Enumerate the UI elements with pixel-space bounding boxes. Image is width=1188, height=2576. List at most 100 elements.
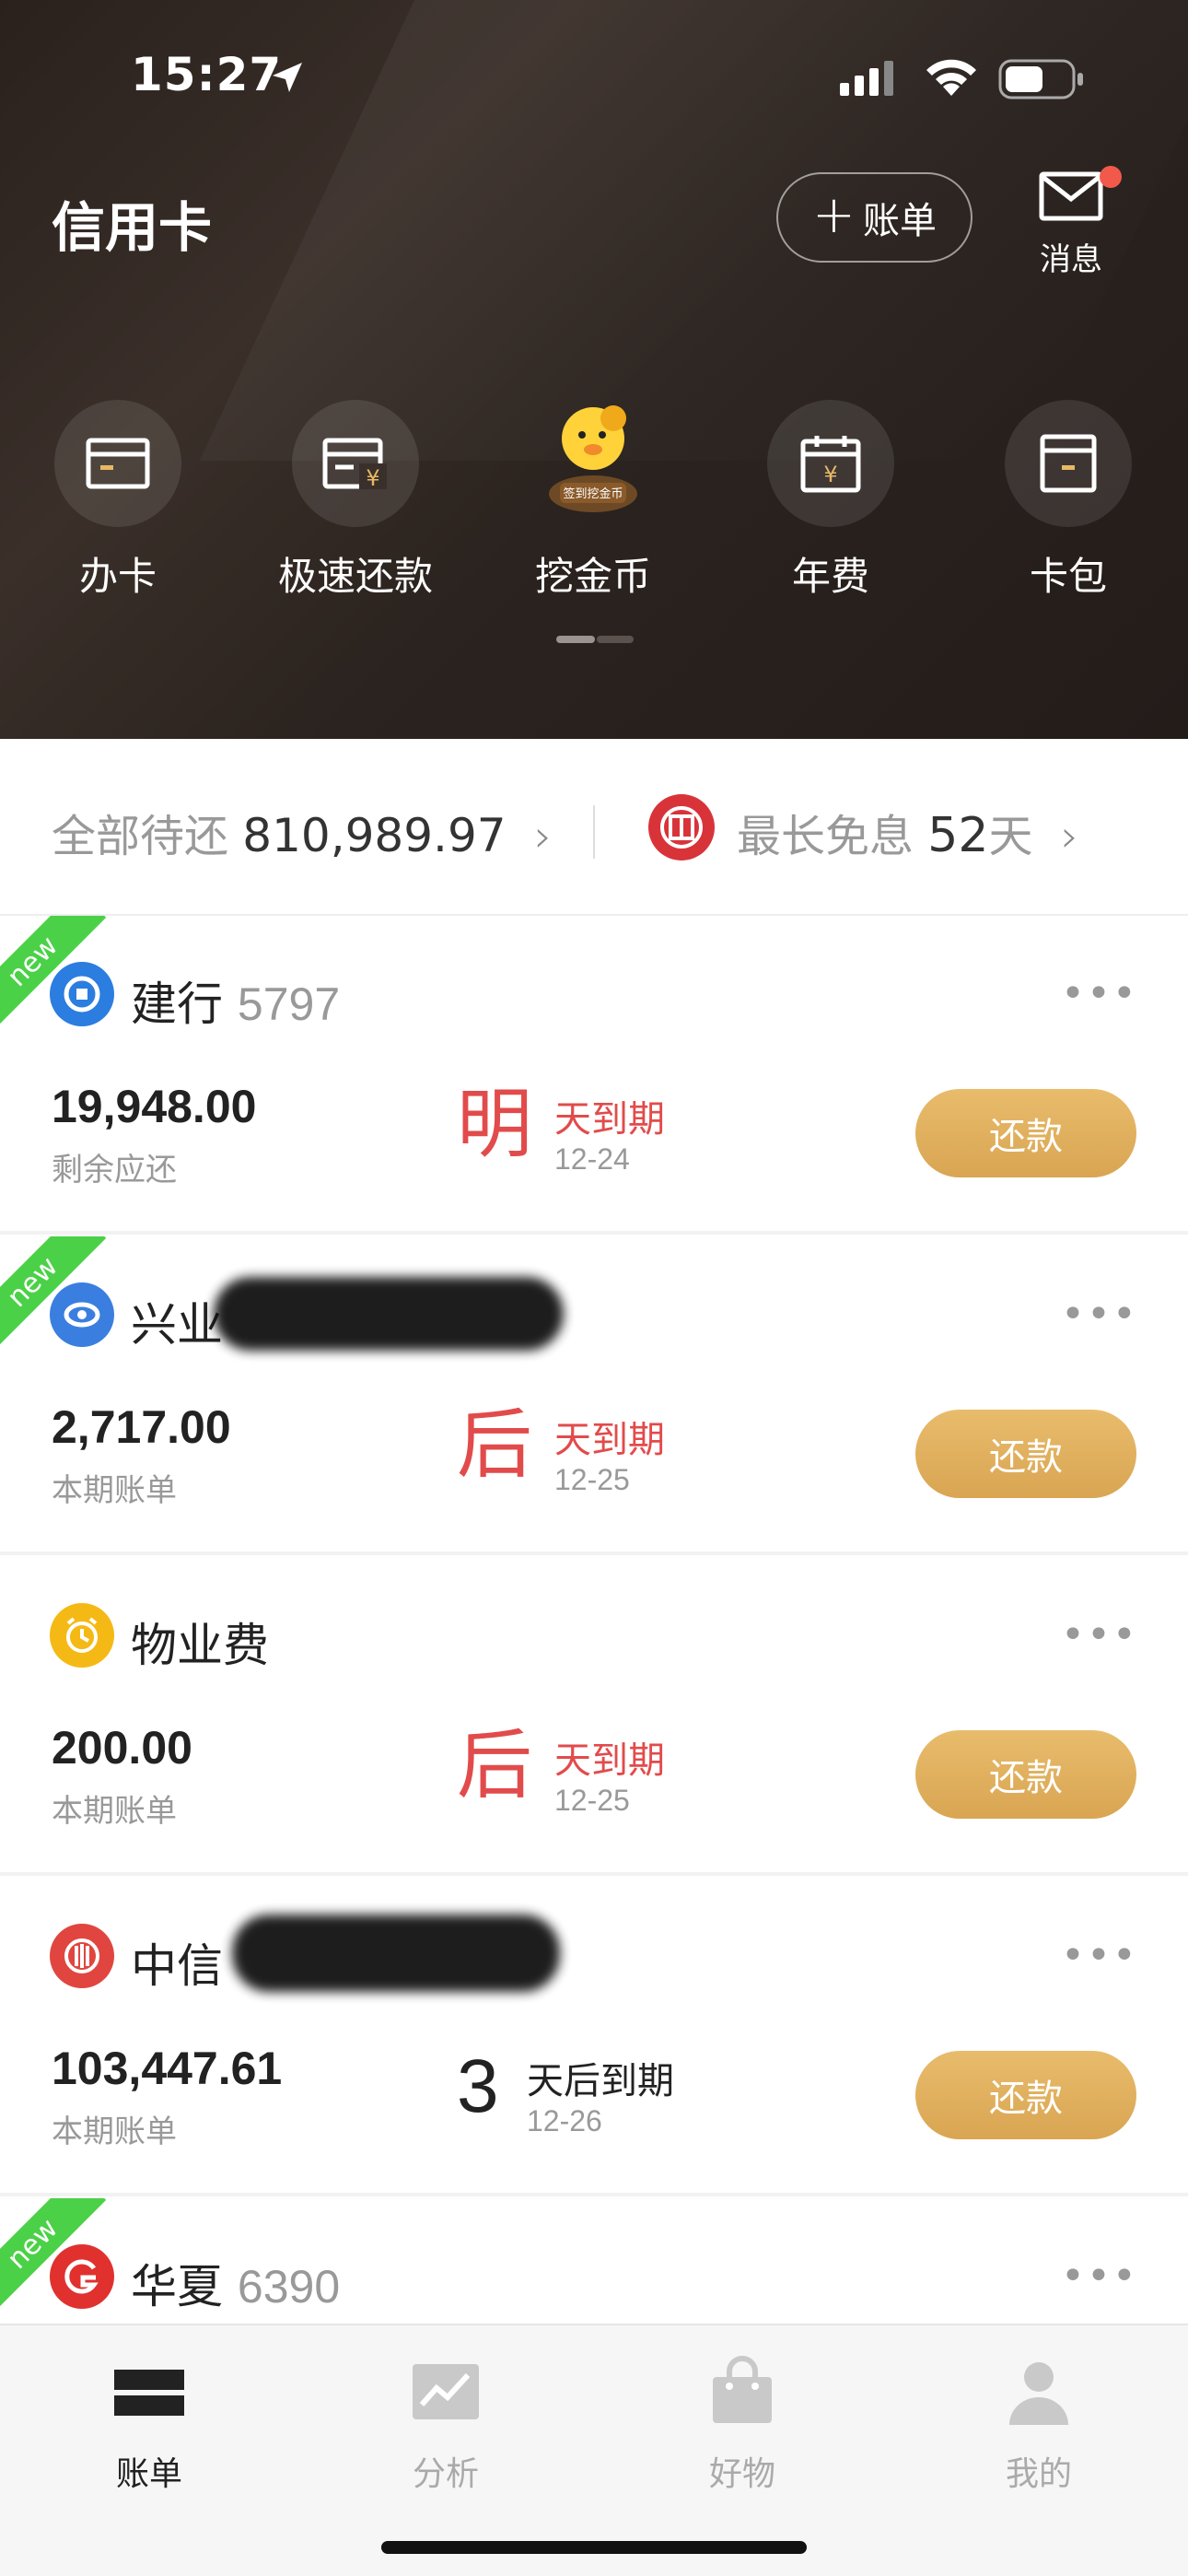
due-day-count: 3	[457, 2044, 499, 2128]
quick-action-annual-fee[interactable]: ¥ 年费	[739, 400, 923, 603]
more-options-icon[interactable]: •••	[1061, 1936, 1138, 1976]
due-day-glyph: 后	[457, 1401, 533, 1489]
bank-short-name: 华夏	[131, 2260, 223, 2313]
card-tail-number: 6390	[237, 2261, 341, 2313]
due-text: 天到期	[554, 1098, 665, 1141]
card-wallet-icon	[1040, 434, 1097, 493]
bill-amount-label: 本期账单	[52, 2113, 177, 2150]
tab-profile[interactable]: 我的	[947, 2355, 1131, 2502]
quick-action-dig-gold[interactable]: 签到挖金币 挖金币	[501, 400, 685, 603]
tab-label: 账单	[115, 2455, 182, 2493]
more-options-icon[interactable]: •••	[1061, 2256, 1138, 2297]
bill-amount: 103,447.61	[52, 2043, 283, 2094]
bill-amount: 200.00	[52, 1722, 192, 1774]
bill-card[interactable]: 物业费 ••• 200.00 本期账单 后 天到期 12-25 还款	[0, 1557, 1188, 1876]
quick-action-circle	[54, 400, 181, 527]
bill-amount: 2,717.00	[52, 1401, 231, 1453]
repay-button[interactable]: 还款	[915, 1410, 1136, 1498]
bill-name: 物业费	[131, 1619, 269, 1672]
quick-action-label: 卡包	[1029, 554, 1107, 599]
bill-card[interactable]: 中信 ••• 103,447.61 本期账单 3 天后到期 12-26 还款	[0, 1878, 1188, 2196]
status-time: 15:27	[131, 48, 283, 101]
annual-fee-calendar-icon: ¥	[800, 436, 861, 493]
due-date: 12-24	[554, 1142, 630, 1176]
tab-goods[interactable]: 好物	[650, 2355, 834, 2502]
bill-card[interactable]: new 华夏 6390 •••	[0, 2198, 1188, 2327]
bill-amount-label: 本期账单	[52, 1793, 177, 1830]
interest-free-days: 52	[927, 808, 989, 863]
tab-label: 我的	[1005, 2455, 1072, 2493]
quick-action-circle: ¥	[292, 400, 419, 527]
location-arrow-icon	[273, 63, 302, 92]
tab-analysis[interactable]: 分析	[354, 2355, 538, 2502]
alarm-clock-icon	[50, 1603, 114, 1668]
due-date: 12-25	[554, 1784, 630, 1817]
more-options-icon[interactable]: •••	[1061, 1294, 1138, 1335]
messages-label: 消息	[1040, 241, 1102, 278]
chevron-right-icon: ›	[519, 811, 553, 862]
page-indicator	[556, 636, 634, 643]
tab-label: 好物	[708, 2455, 775, 2493]
svg-text:¥: ¥	[366, 465, 379, 489]
card-icon	[86, 438, 150, 489]
max-interest-free-link[interactable]: 最长免息 52天 ›	[737, 800, 1078, 864]
shopping-bag-icon	[713, 2356, 772, 2423]
bank-name: 建行 5797	[131, 967, 340, 1034]
repay-button[interactable]: 还款	[915, 1089, 1136, 1177]
svg-text:¥: ¥	[823, 462, 837, 487]
quick-action-label: 办卡	[78, 554, 157, 599]
card-tail-number: 5797	[237, 978, 341, 1030]
gold-mascot-icon: 签到挖金币	[549, 405, 637, 512]
quick-action-label: 年费	[791, 554, 869, 599]
quick-action-fast-repay[interactable]: ¥ 极速还款	[263, 400, 448, 603]
add-bill-button[interactable]: + 账单	[776, 172, 973, 263]
bill-card[interactable]: new 兴业 ••• 2,717.00 本期账单 后 天到期 12-25 还款	[0, 1236, 1188, 1555]
bank-short-name: 建行	[131, 978, 223, 1031]
wifi-icon	[926, 59, 976, 96]
header: 15:27 信用卡 + 账单 消息 办卡 ¥ 极速还款 签到挖金币 挖金币 ¥ …	[0, 0, 1188, 739]
bill-card[interactable]: new 建行 5797 ••• 19,948.00 剩余应还 明 天到期 12-…	[0, 916, 1188, 1235]
quick-action-circle: ¥	[767, 400, 894, 527]
bank-name: 物业费	[131, 1609, 269, 1675]
quick-action-label: 极速还款	[277, 554, 433, 599]
repay-button[interactable]: 还款	[915, 2051, 1136, 2139]
bill-icon	[114, 2370, 184, 2416]
due-day-glyph: 后	[457, 1722, 533, 1809]
total-due-link[interactable]: 全部待还 810,989.97 ›	[52, 800, 552, 864]
quick-action-apply-card[interactable]: 办卡	[26, 400, 210, 603]
tab-bar: 账单 分析 好物 我的	[0, 2324, 1188, 2576]
more-options-icon[interactable]: •••	[1061, 1615, 1138, 1656]
mascot-badge-text: 签到挖金币	[563, 486, 623, 501]
tab-label: 分析	[412, 2455, 479, 2493]
icbc-logo-icon	[648, 794, 715, 861]
add-bill-label: 账单	[862, 200, 937, 242]
chevron-right-icon: ›	[1046, 811, 1079, 862]
mail-icon	[1039, 171, 1103, 221]
ccb-logo-icon	[50, 962, 114, 1026]
tab-bills[interactable]: 账单	[57, 2355, 241, 2502]
summary-bar: 全部待还 810,989.97 › 最长免息 52天 ›	[0, 739, 1188, 916]
quick-action-circle	[1005, 400, 1132, 527]
redaction-scribble	[232, 1914, 560, 1992]
bill-amount-label: 剩余应还	[52, 1152, 177, 1188]
status-bar: 15:27	[0, 0, 1188, 157]
battery-icon	[998, 59, 1083, 100]
bill-amount: 19,948.00	[52, 1081, 257, 1132]
messages-button[interactable]: 消息	[1030, 157, 1122, 278]
analysis-icon	[413, 2364, 479, 2419]
due-text: 天后到期	[527, 2060, 674, 2102]
interest-free-unit: 天	[988, 811, 1033, 862]
quick-action-card-wallet[interactable]: 卡包	[976, 400, 1160, 603]
citic-logo-icon	[50, 1924, 114, 1988]
hxb-logo-icon	[50, 2244, 114, 2309]
redaction-scribble	[214, 1277, 564, 1351]
due-date: 12-26	[527, 2104, 602, 2137]
repay-button[interactable]: 还款	[915, 1730, 1136, 1819]
cib-logo-icon	[50, 1282, 114, 1347]
home-indicator	[381, 2541, 807, 2554]
bank-short-name: 兴业	[131, 1298, 223, 1352]
bank-name: 中信	[131, 1929, 223, 1996]
page-dot-active	[556, 636, 595, 643]
cellular-signal-icon	[840, 61, 893, 96]
more-options-icon[interactable]: •••	[1061, 974, 1138, 1014]
